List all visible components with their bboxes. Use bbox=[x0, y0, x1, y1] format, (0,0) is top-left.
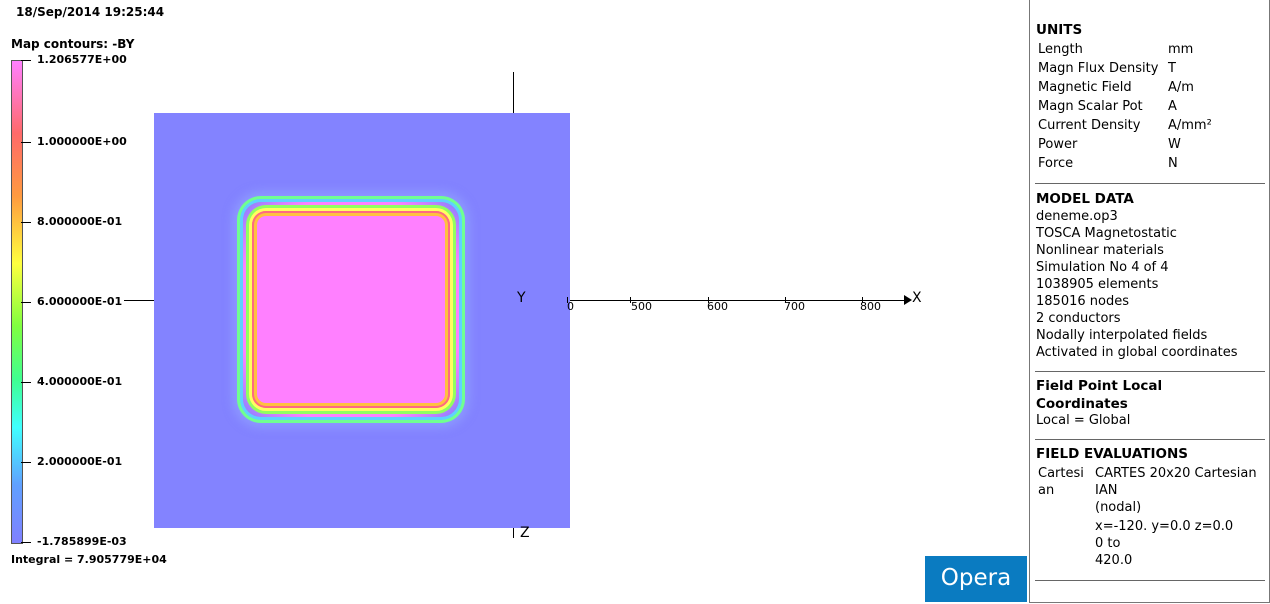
legend-tick bbox=[21, 382, 31, 383]
x-axis-label: X bbox=[912, 290, 922, 306]
x-axis-tick-label: 700 bbox=[784, 300, 805, 313]
info-panel: UNITS Length mm Magn Flux Density T Magn… bbox=[1029, 0, 1270, 603]
legend-tick bbox=[21, 222, 31, 223]
unit-value: A/m bbox=[1168, 80, 1194, 95]
legend-tick bbox=[21, 462, 31, 463]
model-line: 185016 nodes bbox=[1036, 294, 1129, 309]
opera-logo: Opera bbox=[925, 556, 1027, 602]
legend-tick bbox=[21, 302, 31, 303]
legend-tick bbox=[21, 542, 31, 543]
field-point-title: Field Point Local bbox=[1036, 378, 1163, 394]
legend-tick-label: 1.000000E+00 bbox=[37, 135, 127, 148]
unit-value: mm bbox=[1168, 42, 1194, 57]
model-data-title: MODEL DATA bbox=[1036, 191, 1134, 207]
divider bbox=[1035, 439, 1265, 440]
unit-name: Force bbox=[1038, 156, 1074, 171]
field-eval-type: Cartesi bbox=[1038, 466, 1084, 481]
field-point-title-cont: Coordinates bbox=[1036, 396, 1128, 412]
x-axis-arrow-icon bbox=[904, 295, 912, 305]
y-axis-label: Y bbox=[517, 290, 526, 306]
x-axis-line bbox=[570, 300, 910, 301]
field-eval-detail: 420.0 bbox=[1095, 553, 1133, 568]
divider bbox=[1035, 183, 1265, 184]
field-eval-detail: CARTES 20x20 Cartesian bbox=[1095, 466, 1257, 481]
unit-value: W bbox=[1168, 137, 1181, 152]
timestamp: 18/Sep/2014 19:25:44 bbox=[16, 5, 165, 19]
unit-name: Magn Scalar Pot bbox=[1038, 99, 1143, 114]
model-line: 2 conductors bbox=[1036, 311, 1121, 326]
model-line: TOSCA Magnetostatic bbox=[1036, 226, 1177, 241]
x-axis-tick-label: 600 bbox=[707, 300, 728, 313]
integral-readout: Integral = 7.905779E+04 bbox=[11, 553, 167, 566]
unit-name: Power bbox=[1038, 137, 1078, 152]
z-axis-label: Z bbox=[520, 525, 530, 541]
field-eval-detail: x=-120. y=0.0 z=0.0 bbox=[1095, 519, 1234, 534]
x-axis-tick-label: 0 bbox=[567, 300, 574, 313]
model-line: Activated in global coordinates bbox=[1036, 345, 1238, 360]
divider bbox=[1035, 580, 1265, 581]
model-line: Nodally interpolated fields bbox=[1036, 328, 1208, 343]
x-axis-tick-label: 500 bbox=[631, 300, 652, 313]
x-axis-tick-label: 800 bbox=[860, 300, 881, 313]
unit-name: Magn Flux Density bbox=[1038, 61, 1159, 76]
unit-name: Length bbox=[1038, 42, 1083, 57]
legend-tick-label: 6.000000E-01 bbox=[37, 295, 123, 308]
model-line: Simulation No 4 of 4 bbox=[1036, 260, 1169, 275]
legend-tick bbox=[21, 142, 31, 143]
divider bbox=[1035, 371, 1265, 372]
legend-tick-label: 4.000000E-01 bbox=[37, 375, 123, 388]
legend-tick bbox=[21, 60, 31, 61]
model-line: deneme.op3 bbox=[1036, 209, 1118, 224]
unit-name: Current Density bbox=[1038, 118, 1141, 133]
y-axis-line bbox=[513, 72, 514, 113]
field-eval-detail: IAN bbox=[1095, 483, 1118, 498]
model-line: 1038905 elements bbox=[1036, 277, 1159, 292]
legend-tick-label: 8.000000E-01 bbox=[37, 215, 123, 228]
unit-value: T bbox=[1168, 61, 1176, 76]
field-eval-type: an bbox=[1038, 483, 1055, 498]
unit-value: A bbox=[1168, 99, 1177, 114]
z-axis-line bbox=[513, 528, 514, 538]
field-evaluations-title: FIELD EVALUATIONS bbox=[1036, 446, 1188, 462]
model-line: Nonlinear materials bbox=[1036, 243, 1164, 258]
map-title: Map contours: -BY bbox=[11, 37, 135, 51]
unit-name: Magnetic Field bbox=[1038, 80, 1132, 95]
legend-tick-label: 2.000000E-01 bbox=[37, 455, 123, 468]
unit-value: A/mm² bbox=[1168, 118, 1212, 133]
legend-tick-label: -1.785899E-03 bbox=[37, 535, 127, 548]
legend-tick-label: 1.206577E+00 bbox=[37, 53, 127, 66]
contour-core bbox=[260, 219, 442, 400]
units-title: UNITS bbox=[1036, 22, 1083, 38]
field-point-value: Local = Global bbox=[1036, 413, 1131, 428]
field-eval-detail: 0 to bbox=[1095, 536, 1121, 551]
field-eval-detail: (nodal) bbox=[1095, 500, 1142, 515]
unit-value: N bbox=[1168, 156, 1178, 171]
x-axis-line-left bbox=[124, 300, 154, 301]
